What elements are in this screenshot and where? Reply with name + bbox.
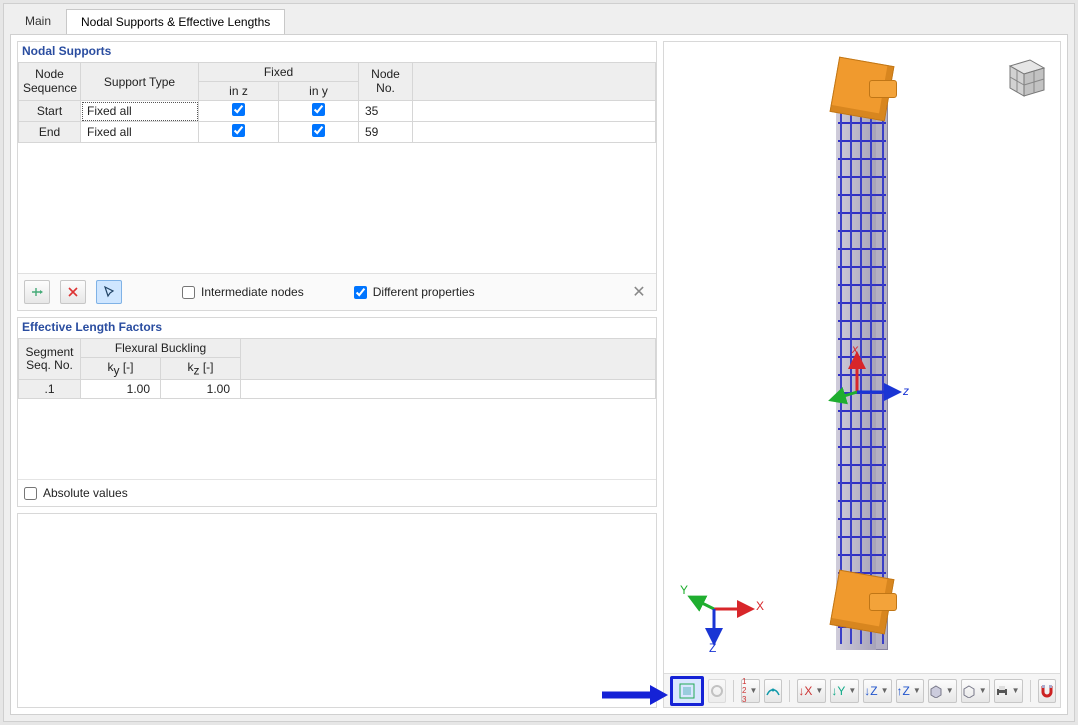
- arrow-cue-icon: [598, 682, 668, 704]
- cell-ky[interactable]: 1.00: [81, 380, 161, 399]
- axis-z-label: z: [903, 384, 909, 398]
- table-effective-length[interactable]: SegmentSeq. No. Flexural Buckling ky [-]…: [18, 338, 656, 399]
- btn-view-y[interactable]: ↓Y▼: [830, 679, 859, 703]
- col-kz: kz [-]: [161, 358, 241, 380]
- cell-seq: Start: [19, 101, 81, 122]
- btn-numbering[interactable]: 1 2 3▼: [741, 679, 760, 703]
- cell-in-y[interactable]: [279, 122, 359, 143]
- btn-display-mode[interactable]: ▼: [961, 679, 990, 703]
- btn-select[interactable]: [96, 280, 122, 304]
- btn-magnet[interactable]: [1038, 679, 1056, 703]
- panel-effective-length: Effective Length Factors SegmentSeq. No.…: [17, 317, 657, 507]
- label-intermediate-nodes: Intermediate nodes: [201, 285, 304, 299]
- support-top: [825, 58, 899, 120]
- panel-nodal-supports: Nodal Supports NodeSequence Support Type…: [17, 41, 657, 311]
- cell-seg-seq: .1: [19, 380, 81, 399]
- btn-view-z-down[interactable]: ↓Z▼: [863, 679, 891, 703]
- cell-seq: End: [19, 122, 81, 143]
- btn-show-results[interactable]: [764, 679, 782, 703]
- btn-delete[interactable]: [60, 280, 86, 304]
- checkbox-in-z[interactable]: [232, 124, 245, 137]
- col-in-z: in z: [199, 82, 279, 101]
- col-support-type: Support Type: [81, 63, 199, 101]
- col-spacer: [413, 63, 656, 101]
- col-flex-buckling: Flexural Buckling: [81, 339, 241, 358]
- checkbox-in-z[interactable]: [232, 103, 245, 116]
- cell-support-type[interactable]: Fixed all: [81, 101, 199, 122]
- support-bottom: [825, 571, 899, 633]
- cell-kz[interactable]: 1.00: [161, 380, 241, 399]
- checkbox-in-y[interactable]: [312, 124, 325, 137]
- table-nodal-supports[interactable]: NodeSequence Support Type Fixed NodeNo. …: [18, 62, 656, 143]
- checkbox-intermediate-nodes[interactable]: Intermediate nodes: [182, 285, 304, 299]
- cell-in-z[interactable]: [199, 101, 279, 122]
- table-row: Start Fixed all 35: [19, 101, 656, 122]
- btn-view-z-up[interactable]: ↑Z▼: [896, 679, 924, 703]
- cell-support-type[interactable]: Fixed all: [81, 122, 199, 143]
- nav-cube[interactable]: [1000, 52, 1048, 100]
- col-fixed: Fixed: [199, 63, 359, 82]
- table-row: End Fixed all 59: [19, 122, 656, 143]
- cell-node-no: 35: [359, 101, 413, 122]
- col-node-no: NodeNo.: [359, 63, 413, 101]
- label-different-properties: Different properties: [373, 285, 475, 299]
- checkbox-absolute-values[interactable]: Absolute values: [24, 486, 650, 500]
- btn-view-x[interactable]: ↓X▼: [797, 679, 826, 703]
- checkbox-in-y[interactable]: [312, 103, 325, 116]
- tab-bar: Main Nodal Supports & Effective Lengths: [4, 4, 1074, 34]
- col-ky: ky [-]: [81, 358, 161, 380]
- cell-node-no: 59: [359, 122, 413, 143]
- panel-blank: [17, 513, 657, 708]
- cell-in-y[interactable]: [279, 101, 359, 122]
- btn-print[interactable]: ▼: [994, 679, 1023, 703]
- section-title-effective-length: Effective Length Factors: [18, 318, 656, 338]
- checkbox-different-properties[interactable]: Different properties: [354, 285, 475, 299]
- btn-idealization[interactable]: [708, 679, 726, 703]
- axis-Y: Y: [680, 583, 688, 597]
- axis-Z: Z: [709, 641, 716, 655]
- label-absolute-values: Absolute values: [43, 486, 128, 500]
- viewport-3d[interactable]: x z X Y Z: [663, 41, 1061, 708]
- tab-nodal-supports[interactable]: Nodal Supports & Effective Lengths: [66, 9, 285, 35]
- col-in-y: in y: [279, 82, 359, 101]
- section-title-nodal-supports: Nodal Supports: [18, 42, 656, 62]
- btn-set-input[interactable]: [24, 280, 50, 304]
- axes-global: X Y Z: [680, 579, 770, 649]
- btn-clear[interactable]: ✕: [628, 281, 650, 303]
- btn-iso-view[interactable]: ▼: [928, 679, 957, 703]
- table-row: .1 1.00 1.00: [19, 380, 656, 399]
- btn-show-rendering[interactable]: [670, 676, 704, 706]
- col-node-sequence: NodeSequence: [19, 63, 81, 101]
- tab-main[interactable]: Main: [10, 8, 66, 34]
- col-segment-seq: SegmentSeq. No.: [19, 339, 81, 380]
- cell-in-z[interactable]: [199, 122, 279, 143]
- axis-X: X: [756, 599, 764, 613]
- viewport-toolbar: 1 2 3▼ ↓X▼ ↓Y▼ ↓Z▼ ↑Z▼ ▼ ▼: [664, 673, 1060, 707]
- member-column: [836, 80, 888, 650]
